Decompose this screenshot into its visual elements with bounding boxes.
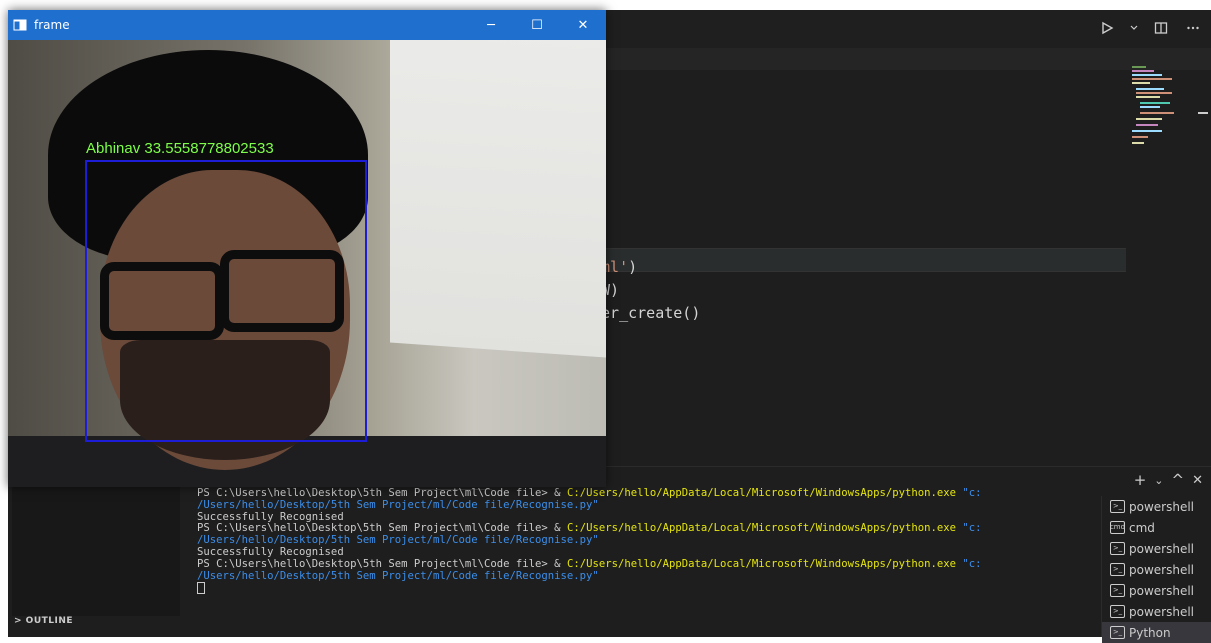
opencv-frame-window[interactable]: frame ─ ☐ ✕ Abhinav 33.5558778802533 (8, 10, 606, 487)
terminal-icon: >_ (1110, 626, 1125, 639)
face-detection-box (85, 160, 367, 442)
ellipsis-icon[interactable] (1183, 18, 1203, 38)
frame-titlebar[interactable]: frame ─ ☐ ✕ (8, 10, 606, 40)
terminal-line: PS C:\Users\hello\Desktop\5th Sem Projec… (197, 558, 982, 570)
terminal-tab-cmd[interactable]: cmd cmd (1102, 517, 1211, 538)
terminal-tabs-list: >_ powershell cmd cmd >_ powershell >_ power… (1101, 496, 1211, 643)
outline-section-header[interactable]: > OUTLINE (14, 616, 73, 626)
terminal-line (197, 582, 1092, 595)
terminal-tab-label: powershell (1129, 541, 1194, 556)
terminal-tab-powershell[interactable]: >_ powershell (1102, 580, 1211, 601)
terminal-line: /Users/hello/Desktop/5th Sem Project/ml/… (197, 570, 599, 582)
split-editor-icon[interactable] (1151, 18, 1171, 38)
terminal-tab-label: cmd (1129, 520, 1155, 535)
code-line-3: zer_create() (592, 304, 701, 322)
terminal-icon: >_ (1110, 584, 1125, 597)
terminal-tab-label: powershell (1129, 562, 1194, 577)
close-button[interactable]: ✕ (560, 10, 606, 40)
add-terminal-button[interactable]: + (1134, 471, 1147, 489)
terminal-line: /Users/hello/Desktop/5th Sem Project/ml/… (197, 535, 599, 547)
terminal-tab-label: Python (1129, 625, 1171, 640)
play-icon[interactable] (1097, 18, 1117, 38)
scrollbar-marker[interactable] (1198, 112, 1208, 114)
current-line-highlight (596, 248, 1126, 272)
terminal-line: /Users/hello/Desktop/5th Sem Project/ml/… (197, 499, 599, 511)
panel-actions: + ⌄ ^ ✕ (1134, 471, 1203, 489)
titlebar-actions (1097, 18, 1203, 38)
background-whiteboard (390, 40, 606, 358)
terminal-line: Successfully Recognised (197, 546, 344, 558)
app-window-icon (12, 15, 28, 35)
terminal-tab-powershell[interactable]: >_ powershell (1102, 538, 1211, 559)
maximize-button[interactable]: ☐ (514, 10, 560, 40)
terminal-tab-python[interactable]: >_ Python (1102, 622, 1211, 643)
terminal-cursor (197, 582, 205, 595)
webcam-frame: Abhinav 33.5558778802533 (8, 40, 606, 487)
terminal-icon: >_ (1110, 542, 1125, 555)
terminal-tab-label: powershell (1129, 604, 1194, 619)
terminal-output[interactable]: PS C:\Users\hello\Desktop\5th Sem Projec… (197, 488, 1092, 595)
terminal-icon: >_ (1110, 563, 1125, 576)
terminal-tab-powershell[interactable]: >_ powershell (1102, 601, 1211, 622)
terminal-tab-powershell[interactable]: >_ powershell (1102, 496, 1211, 517)
terminal-line: PS C:\Users\hello\Desktop\5th Sem Projec… (197, 488, 982, 499)
terminal-tab-powershell[interactable]: >_ powershell (1102, 559, 1211, 580)
terminal-line: Successfully Recognised (197, 511, 344, 523)
terminal-line: PS C:\Users\hello\Desktop\5th Sem Projec… (197, 523, 982, 535)
terminal-tab-label: powershell (1129, 583, 1194, 598)
chevron-down-icon[interactable] (1129, 18, 1139, 38)
maximize-panel-button[interactable]: ^ (1172, 471, 1185, 489)
terminal-icon: >_ (1110, 500, 1125, 513)
close-panel-button[interactable]: ✕ (1192, 473, 1203, 488)
person-shirt (8, 436, 606, 487)
minimap[interactable] (1128, 62, 1184, 152)
minimize-button[interactable]: ─ (468, 10, 514, 40)
frame-title: frame (34, 18, 70, 32)
face-recognition-label: Abhinav 33.5558778802533 (86, 140, 274, 157)
chevron-down-icon[interactable]: ⌄ (1154, 474, 1163, 487)
terminal-tab-label: powershell (1129, 499, 1194, 514)
cmd-icon: cmd (1110, 521, 1125, 534)
terminal-icon: >_ (1110, 605, 1125, 618)
